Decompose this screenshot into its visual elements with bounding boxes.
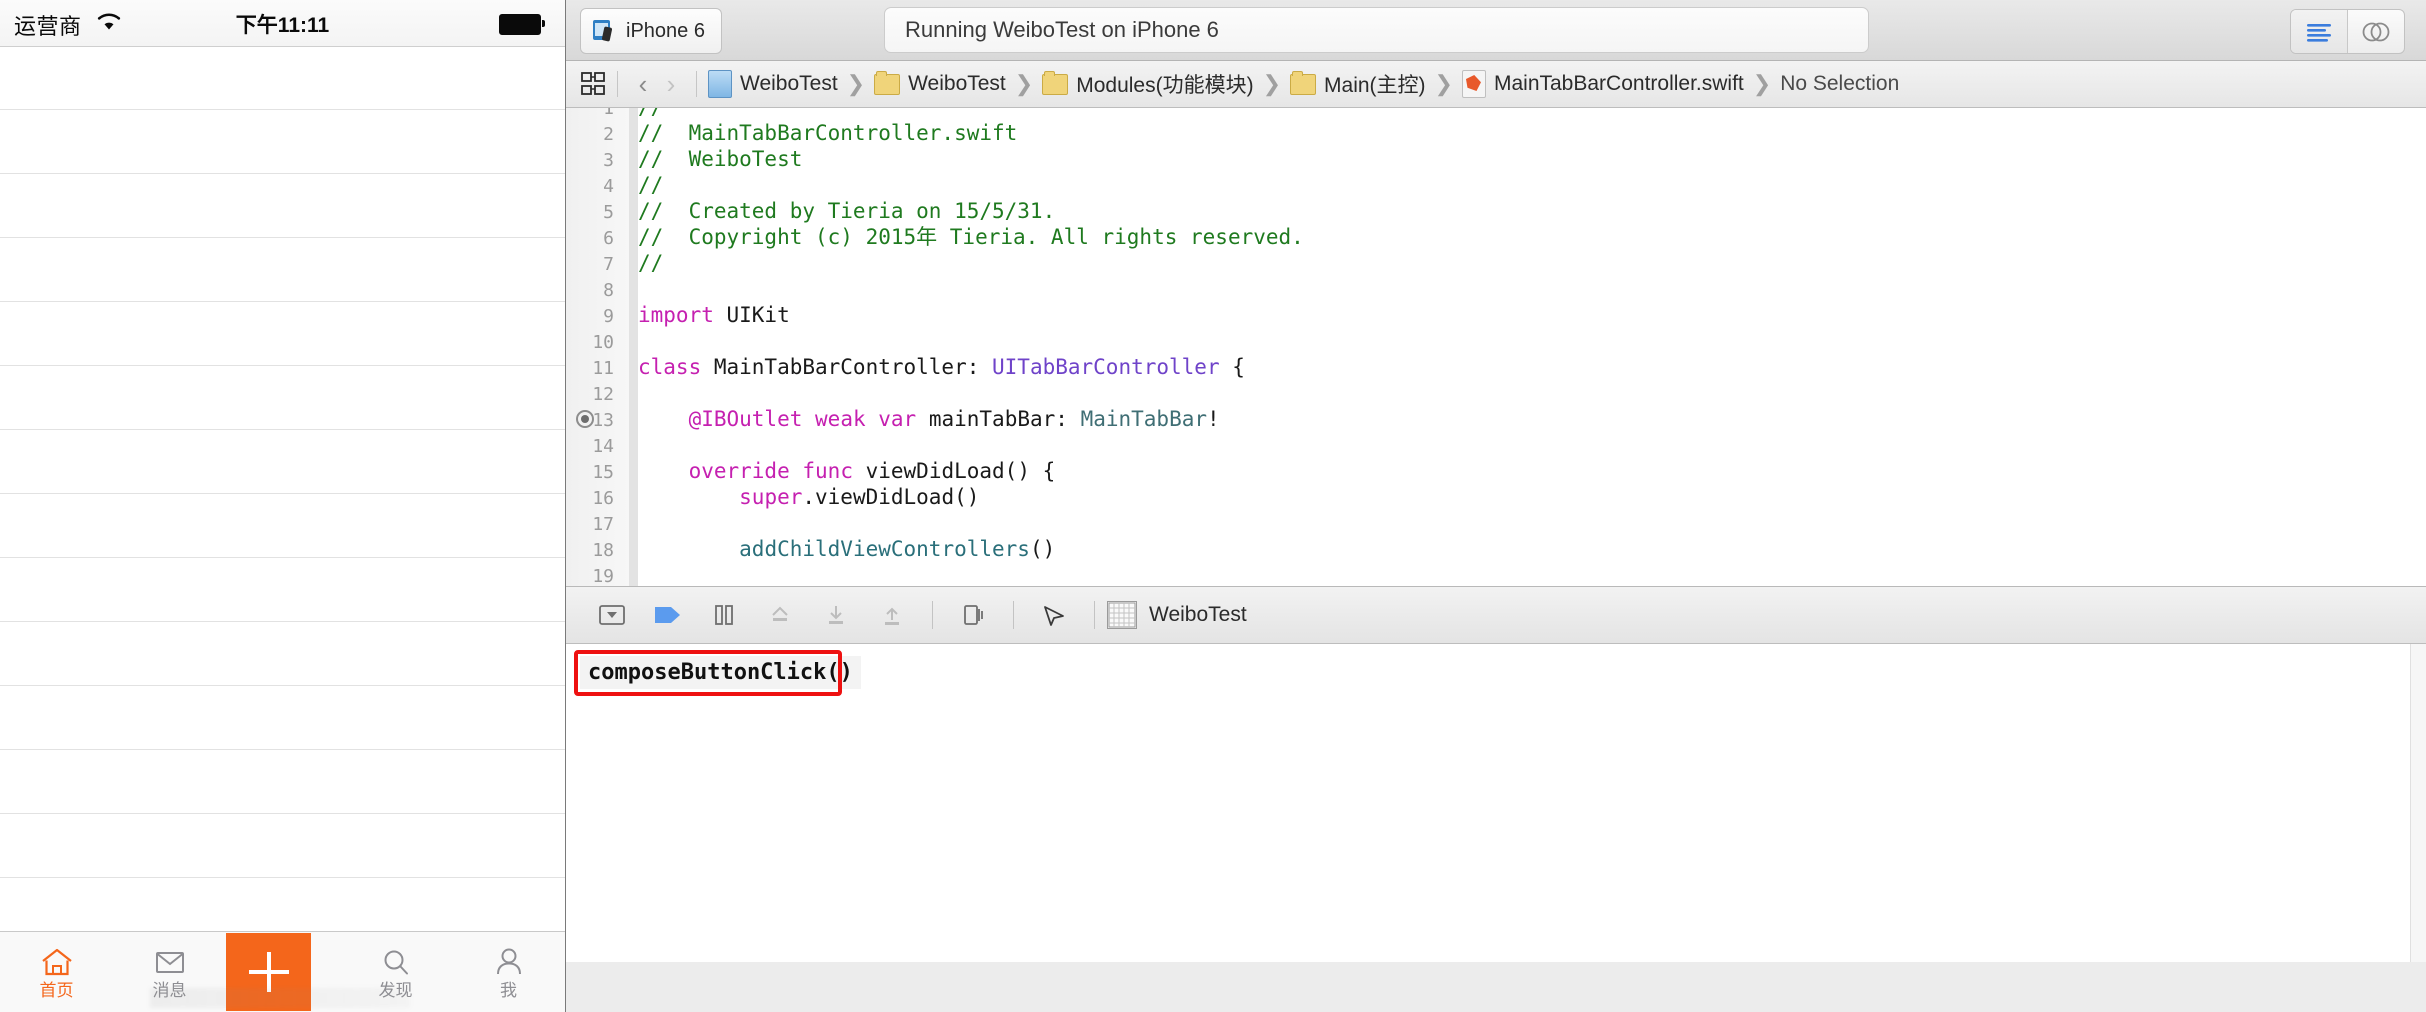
breadcrumb-label: Modules(功能模块) [1076, 74, 1254, 97]
view-hierarchy-icon [964, 605, 983, 625]
breadcrumb-separator: ❯ [1434, 71, 1453, 96]
tab-item-label: 首页 [39, 981, 74, 1000]
hide-debug-area-button[interactable] [584, 595, 640, 635]
screen-root: 运营商 下午11:11 首页 我 iPhone 6 Running WeiboT… [0, 0, 2426, 1012]
ios-status-bar: 运营商 下午11:11 [0, 0, 565, 47]
search-icon [379, 945, 413, 979]
divider [1013, 601, 1014, 629]
panel-toggle-icon [599, 605, 625, 625]
envelope-icon [153, 945, 187, 979]
breadcrumb-separator: ❯ [1262, 71, 1282, 96]
source-editor[interactable]: 1//2// MainTabBarController.swift3// Wei… [566, 108, 2426, 587]
divider [696, 71, 697, 97]
feed-table-view[interactable] [0, 46, 565, 941]
related-items-icon[interactable] [580, 71, 606, 97]
folder-icon [1042, 70, 1069, 95]
activity-status-field: Running WeiboTest on iPhone 6 [884, 7, 1869, 53]
step-into-icon [829, 606, 843, 624]
swift-file-icon [1461, 70, 1486, 98]
breadcrumb-label: No Selection [1780, 72, 1900, 95]
debug-toolbar: WeiboTest [566, 587, 2426, 644]
code-text[interactable]: 1//2// MainTabBarController.swift3// Wei… [566, 108, 2426, 586]
jump-bar: ‹ › WeiboTest ❯ WeiboTest ❯ Modules(功能模块… [566, 61, 2426, 108]
list-item[interactable] [0, 750, 565, 814]
list-item[interactable] [0, 430, 565, 494]
scheme-label: iPhone 6 [626, 19, 705, 42]
editor-mode-group [2290, 9, 2405, 54]
console-scrollbar[interactable] [2410, 644, 2426, 962]
assistant-editor-button[interactable] [2347, 10, 2404, 53]
list-item[interactable] [0, 814, 565, 878]
continue-icon [655, 607, 680, 623]
tab-item-profile[interactable]: 我 [452, 932, 565, 1012]
view-hierarchy-button[interactable] [945, 595, 1001, 635]
continue-button[interactable] [640, 595, 696, 635]
person-icon [492, 945, 526, 979]
location-arrow-icon [1044, 606, 1064, 626]
breadcrumb-item-project[interactable]: WeiboTest [708, 70, 838, 98]
debug-console[interactable]: composeButtonClick() [566, 644, 2426, 962]
list-item[interactable] [0, 302, 565, 366]
pause-icon [715, 605, 733, 625]
step-into-button[interactable] [808, 595, 864, 635]
folder-icon [1290, 70, 1317, 95]
breadcrumb-item-symbol[interactable]: No Selection [1780, 72, 1899, 96]
list-item[interactable] [0, 622, 565, 686]
breadcrumb-item-file[interactable]: MainTabBarController.swift [1461, 70, 1744, 98]
console-output-line: composeButtonClick() [580, 656, 861, 689]
breadcrumb-label: MainTabBarController.swift [1493, 72, 1744, 95]
list-item[interactable] [0, 366, 565, 430]
breadcrumb-separator: ❯ [1014, 71, 1034, 96]
simulate-location-button[interactable] [1026, 595, 1082, 635]
breadcrumb-label: WeiboTest [908, 72, 1006, 95]
divider [932, 601, 933, 629]
list-item[interactable] [0, 46, 565, 110]
standard-editor-button[interactable] [2291, 10, 2347, 53]
breadcrumb-item-group-modules[interactable]: Modules(功能模块) [1042, 69, 1254, 99]
breadcrumb-separator: ❯ [1752, 71, 1772, 96]
xcode-window: iPhone 6 Running WeiboTest on iPhone 6 ‹… [565, 0, 2426, 1012]
breadcrumb-label: WeiboTest [740, 72, 838, 95]
standard-editor-icon [2307, 23, 2331, 42]
simulator-icon [591, 18, 617, 44]
divider [1094, 601, 1095, 629]
background-bleed [150, 988, 410, 1008]
home-icon [40, 945, 74, 979]
plus-icon [248, 952, 289, 992]
breadcrumb-item-group-main[interactable]: Main(主控) [1290, 69, 1426, 99]
step-out-button[interactable] [864, 595, 920, 635]
breadcrumb-label: Main(主控) [1324, 74, 1426, 97]
pause-button[interactable] [696, 595, 752, 635]
ios-simulator-window: 运营商 下午11:11 首页 我 [0, 0, 565, 1012]
list-item[interactable] [0, 686, 565, 750]
tab-item-label: 我 [500, 981, 517, 1000]
back-button[interactable]: ‹ [629, 70, 657, 98]
assistant-editor-icon [2362, 22, 2390, 41]
forward-button[interactable]: › [657, 70, 685, 98]
battery-full-icon [499, 14, 545, 35]
xcode-toolbar: iPhone 6 Running WeiboTest on iPhone 6 [566, 0, 2426, 61]
breadcrumb-item-group-weibotest[interactable]: WeiboTest [874, 70, 1006, 96]
scheme-destination-button[interactable]: iPhone 6 [580, 8, 722, 54]
app-project-icon [708, 70, 732, 98]
tab-item-home[interactable]: 首页 [0, 932, 113, 1012]
list-item[interactable] [0, 558, 565, 622]
list-item[interactable] [0, 494, 565, 558]
step-over-button[interactable] [752, 595, 808, 635]
list-item[interactable] [0, 110, 565, 174]
divider [617, 71, 618, 97]
folder-icon [874, 70, 901, 95]
clock-label: 下午11:11 [235, 14, 330, 37]
step-out-icon [885, 607, 899, 625]
step-over-icon [772, 606, 788, 621]
process-icon [1107, 601, 1137, 629]
process-name-label: WeiboTest [1149, 603, 1247, 626]
list-item[interactable] [0, 238, 565, 302]
list-item[interactable] [0, 174, 565, 238]
status-text: Running WeiboTest on iPhone 6 [905, 17, 1219, 42]
breadcrumb-separator: ❯ [846, 71, 866, 96]
